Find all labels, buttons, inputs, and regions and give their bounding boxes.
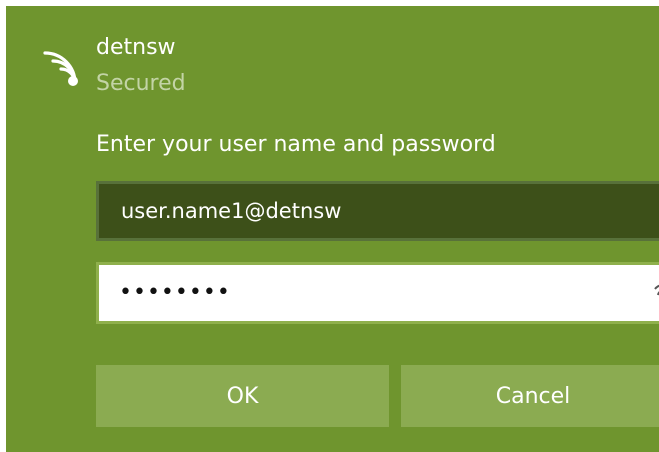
password-input[interactable]: •••••••• bbox=[96, 262, 659, 324]
network-name: detnsw bbox=[96, 35, 176, 60]
wifi-secured-icon bbox=[43, 51, 78, 86]
username-input[interactable] bbox=[96, 181, 659, 241]
reveal-password-icon[interactable] bbox=[653, 283, 659, 305]
network-status: Secured bbox=[96, 71, 186, 96]
credentials-prompt: Enter your user name and password bbox=[96, 132, 496, 157]
ok-button[interactable]: OK bbox=[96, 365, 389, 427]
password-masked-value: •••••••• bbox=[119, 280, 231, 305]
wifi-connect-panel: detnsw Secured Enter your user name and … bbox=[6, 6, 659, 452]
cancel-button[interactable]: Cancel bbox=[401, 365, 659, 427]
